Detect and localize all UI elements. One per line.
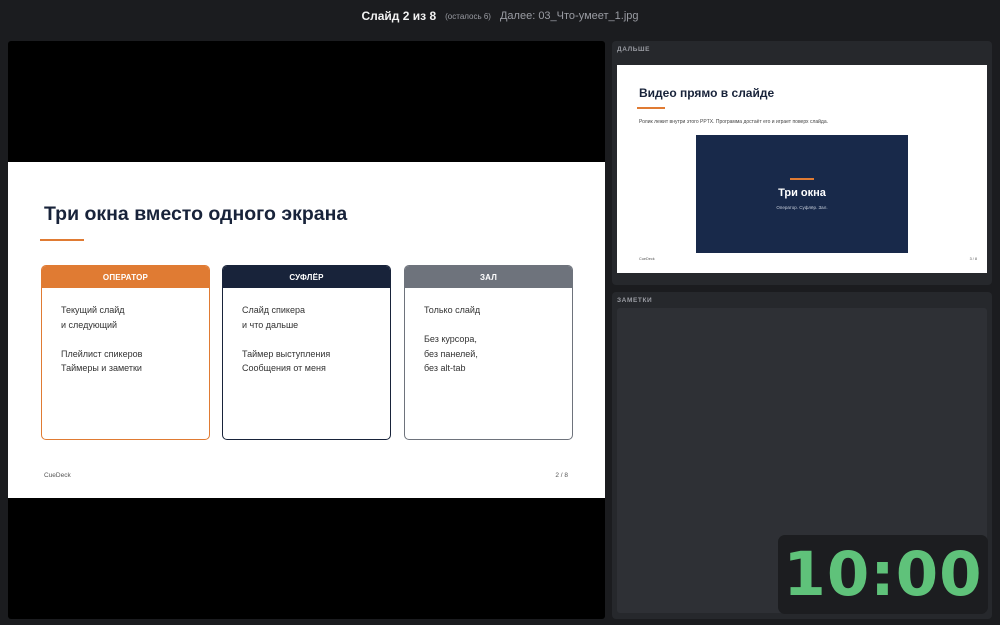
card-prompter: СУФЛЁР Слайд спикера и что дальше Таймер… — [222, 265, 391, 440]
card-line: Текущий слайд — [61, 305, 125, 315]
card-line: и следующий — [61, 319, 118, 330]
title-accent-line — [40, 239, 84, 241]
timer-value: 10:00 — [783, 539, 983, 610]
card-hall: ЗАЛ Только слайд Без курсора, без панеле… — [404, 265, 573, 440]
card-line: Только слайд — [424, 305, 481, 315]
card-line: Слайд спикера — [242, 305, 305, 315]
next-slide-panel: ДАЛЬШЕ Видео прямо в слайде Ролик лежит … — [612, 41, 992, 285]
slide-footer-page: 2 / 8 — [555, 472, 568, 479]
notes-panel-label: ЗАМЕТКИ — [617, 297, 653, 304]
embedded-video: Три окна Оператор. Суфлёр. Зал. — [696, 135, 908, 253]
card-line: без панелей, — [424, 348, 478, 359]
card-operator: ОПЕРАТОР Текущий слайд и следующий Плейл… — [41, 265, 210, 440]
next-panel-label: ДАЛЬШЕ — [617, 46, 651, 53]
card-line: Таймеры и заметки — [61, 363, 142, 373]
next-slide-footer-brand: CueDeck — [639, 257, 655, 261]
slides-remaining: (осталось 6) — [445, 11, 491, 21]
card-line: Таймер выступления — [242, 348, 331, 359]
countdown-timer: 10:00 — [778, 535, 988, 614]
video-subtitle: Оператор. Суфлёр. Зал. — [776, 205, 828, 210]
card-line: и что дальше — [242, 319, 299, 330]
card-body: Слайд спикера и что дальше Таймер выступ… — [223, 288, 390, 376]
next-slide-preview[interactable]: Видео прямо в слайде Ролик лежит внутри … — [617, 65, 987, 273]
video-title: Три окна — [778, 187, 826, 199]
current-slide: Три окна вместо одного экрана ОПЕРАТОР Т… — [8, 162, 605, 498]
slide-title: Три окна вместо одного экрана — [44, 203, 348, 225]
next-slide-footer-page: 3 / 8 — [969, 257, 977, 261]
next-slide-title: Видео прямо в слайде — [639, 86, 775, 100]
card-body: Только слайд Без курсора, без панелей, б… — [405, 288, 572, 376]
card-line: Без курсора, — [424, 334, 477, 344]
video-accent-line — [790, 178, 814, 180]
slide-footer-brand: CueDeck — [44, 472, 71, 479]
card-body: Текущий слайд и следующий Плейлист спике… — [42, 288, 209, 376]
next-slide-subtitle: Ролик лежит внутри этого PPTX. Программа… — [639, 119, 829, 125]
card-header: СУФЛЁР — [223, 266, 390, 288]
next-file-name: Далее: 03_Что-умеет_1.jpg — [499, 10, 639, 22]
card-header: ОПЕРАТОР — [42, 266, 209, 288]
slide-position: Слайд 2 из 8 — [361, 9, 437, 23]
top-bar: Слайд 2 из 8 (осталось 6) Далее: 03_Что-… — [0, 0, 1000, 32]
current-slide-stage: Три окна вместо одного экрана ОПЕРАТОР Т… — [8, 41, 605, 619]
card-line: Плейлист спикеров — [61, 348, 143, 359]
card-line: без alt-tab — [424, 363, 466, 373]
card-line: Сообщения от меня — [242, 363, 326, 373]
next-title-accent-line — [637, 107, 665, 109]
card-header: ЗАЛ — [405, 266, 572, 288]
